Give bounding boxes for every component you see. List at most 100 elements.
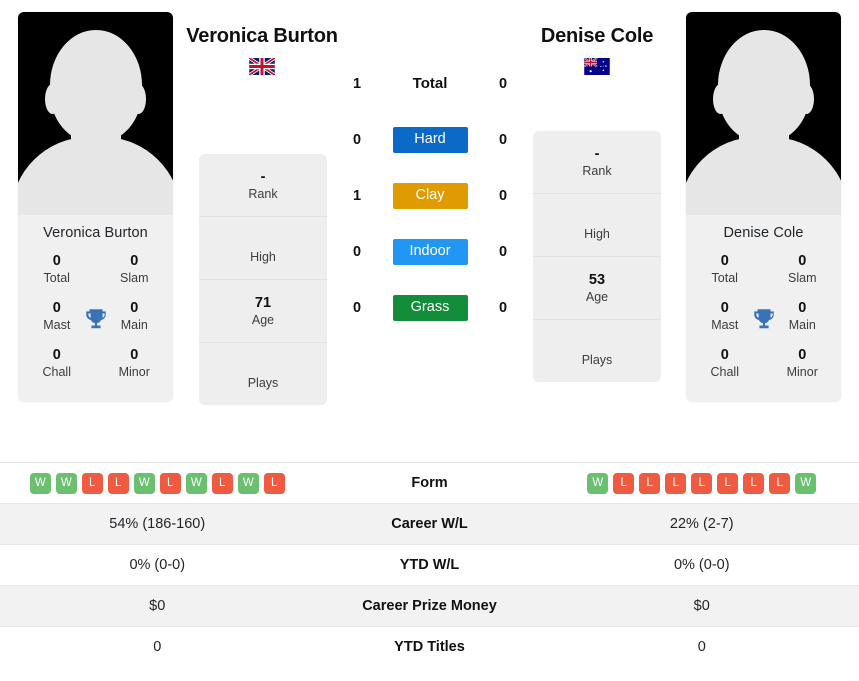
detail-label: High [584, 227, 610, 241]
comparison-header: Veronica Burton 0 Total 0 Slam 0 Mast 0 … [0, 0, 859, 462]
form-badge-left-6: W [185, 472, 207, 494]
titles-row: 0 Total 0 Slam [18, 249, 173, 296]
titles-label: Slam [788, 271, 817, 285]
titles-cell: 0 Total [18, 252, 96, 287]
table-row-career-prize-money: $0 Career Prize Money $0 [0, 585, 859, 626]
h2h-surface-label: Total [412, 75, 448, 92]
titles-value: 0 [798, 347, 807, 363]
form-badge-right-1: L [613, 472, 635, 494]
table-cell-left: 0 [153, 639, 162, 655]
detail-row-plays: Plays [533, 320, 661, 382]
australia-flag-icon [584, 58, 610, 75]
titles-value: 0 [720, 253, 729, 269]
detail-row-high: High [533, 194, 661, 257]
h2h-right-count: 0 [498, 188, 508, 204]
player-heading-left: Veronica Burton [182, 24, 342, 75]
table-row-career-wl: 54% (186-160) Career W/L 22% (2-7) [0, 503, 859, 544]
detail-value: 71 [254, 295, 272, 311]
player-photo-right [686, 12, 841, 215]
detail-value [537, 208, 657, 226]
h2h-left-count: 0 [352, 300, 362, 316]
comparison-stats-table: WWLLWLWLWL Form WLLLLLLLW 54% (186-160) … [0, 462, 859, 667]
table-row-label: Form [411, 475, 448, 491]
player-comparison-page: Veronica Burton 0 Total 0 Slam 0 Mast 0 … [0, 0, 859, 681]
trophy-icon [85, 308, 106, 328]
united-kingdom-flag-icon [249, 58, 275, 75]
detail-value: - [260, 169, 266, 185]
form-badge-left-7: L [211, 472, 233, 494]
table-row-label: YTD Titles [394, 639, 465, 655]
avatar-silhouette-body [686, 137, 841, 215]
player-name-right: Denise Cole [540, 25, 654, 47]
table-cell-right: 0% (0-0) [673, 557, 730, 573]
player-detail-panel-right: - Rank High 53 Age Plays [533, 131, 661, 382]
h2h-surface-label-wrap: Total [374, 75, 486, 93]
h2h-surface-label-wrap: Grass [374, 295, 486, 321]
table-cell-right: 0 [697, 639, 706, 655]
titles-value: 0 [130, 253, 139, 269]
h2h-left-count: 1 [352, 188, 362, 204]
detail-row-age: 71 Age [199, 280, 327, 343]
titles-label: Chall [710, 365, 740, 379]
form-badge-left-9: L [263, 472, 285, 494]
form-badge-left-0: W [29, 472, 51, 494]
table-row-label: Career W/L [391, 516, 468, 532]
player-card-right[interactable]: Denise Cole 0 Total 0 Slam 0 Mast 0 Main… [686, 12, 841, 402]
titles-row: 0 Mast 0 Main [686, 296, 841, 343]
h2h-surface-label-wrap: Hard [374, 127, 486, 153]
head-to-head-surfaces: 1 Total 0 0 Hard 0 1 Clay 0 0 Indoor 0 0… [340, 56, 520, 336]
titles-cell: 0 Minor [764, 346, 842, 381]
form-badge-right-4: L [691, 472, 713, 494]
detail-row-rank: - Rank [199, 154, 327, 217]
surface-badge-hard[interactable]: Hard [392, 127, 468, 153]
table-cell-left: 0% (0-0) [129, 557, 186, 573]
detail-row-rank: - Rank [533, 131, 661, 194]
titles-label: Chall [42, 365, 72, 379]
form-badge-right-3: L [665, 472, 687, 494]
h2h-surface-label-wrap: Clay [374, 183, 486, 209]
h2h-row-indoor: 0 Indoor 0 [340, 224, 520, 280]
surface-badge-indoor[interactable]: Indoor [392, 239, 468, 265]
player-card-name-left: Veronica Burton [43, 225, 148, 241]
player-detail-panel-left: - Rank High 71 Age Plays [199, 154, 327, 405]
table-cell-right: 22% (2-7) [669, 516, 734, 532]
form-badge-left-3: L [107, 472, 129, 494]
detail-row-high: High [199, 217, 327, 280]
h2h-right-count: 0 [498, 244, 508, 260]
player-card-left[interactable]: Veronica Burton 0 Total 0 Slam 0 Mast 0 … [18, 12, 173, 402]
detail-label: Age [251, 313, 275, 327]
titles-value: 0 [720, 347, 729, 363]
h2h-right-count: 0 [498, 76, 508, 92]
titles-row: 0 Total 0 Slam [686, 249, 841, 296]
titles-cell: 0 Chall [686, 346, 764, 381]
table-row-ytd-wl: 0% (0-0) YTD W/L 0% (0-0) [0, 544, 859, 585]
titles-value: 0 [52, 253, 61, 269]
titles-cell: 0 Slam [96, 252, 174, 287]
form-badge-left-8: W [237, 472, 259, 494]
form-badge-left-4: W [133, 472, 155, 494]
titles-cell: 0 Minor [96, 346, 174, 381]
detail-label: Plays [247, 376, 279, 390]
titles-cell: 0 Slam [764, 252, 842, 287]
surface-badge-grass[interactable]: Grass [392, 295, 468, 321]
titles-value: 0 [130, 347, 139, 363]
surface-badge-clay[interactable]: Clay [392, 183, 468, 209]
h2h-right-count: 0 [498, 300, 508, 316]
form-badge-right-5: L [717, 472, 739, 494]
form-badges-left: WWLLWLWLWL [0, 472, 315, 494]
detail-label: High [250, 250, 276, 264]
titles-label: Minor [786, 365, 818, 379]
form-badge-right-6: L [743, 472, 765, 494]
titles-value: 0 [52, 347, 61, 363]
player-name-left: Veronica Burton [186, 25, 338, 47]
h2h-row-grass: 0 Grass 0 [340, 280, 520, 336]
avatar-silhouette-ear-left [713, 84, 728, 114]
detail-label: Rank [248, 187, 278, 201]
titles-label: Slam [120, 271, 149, 285]
titles-grid-right: 0 Total 0 Slam 0 Mast 0 Main 0 Chall 0 M… [686, 249, 841, 402]
form-badge-right-7: L [769, 472, 791, 494]
form-badge-left-2: L [81, 472, 103, 494]
titles-row: 0 Chall 0 Minor [686, 343, 841, 390]
form-badge-right-0: W [587, 472, 609, 494]
detail-value [203, 231, 323, 249]
